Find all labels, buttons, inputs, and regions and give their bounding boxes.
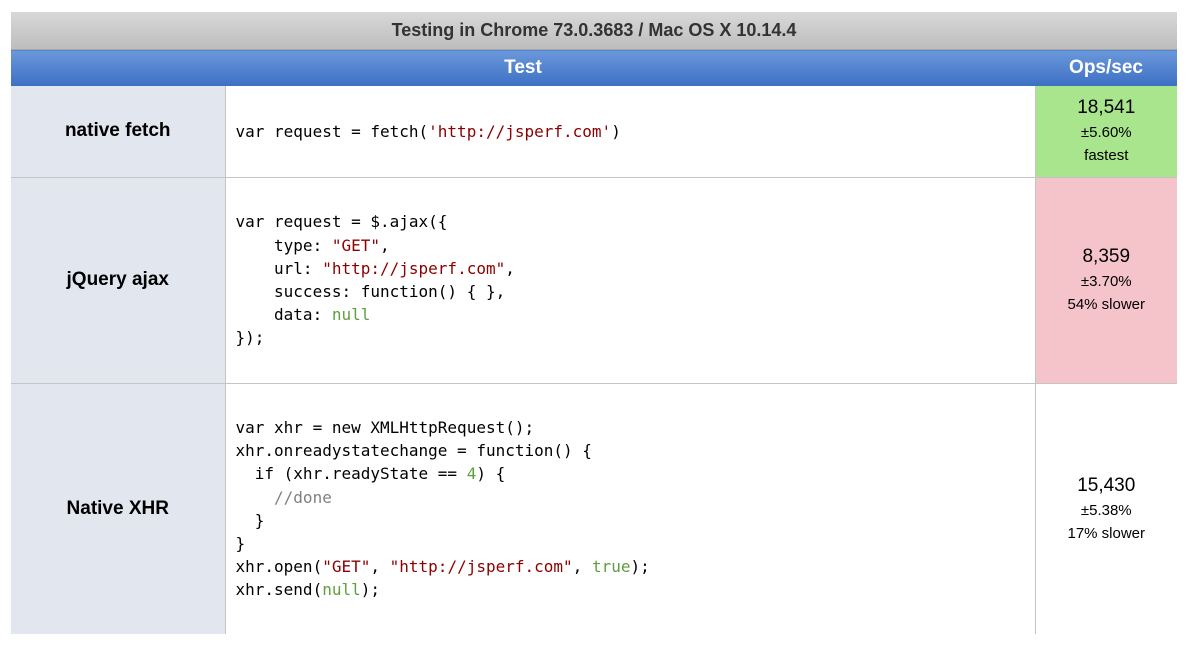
results-table: Testing in Chrome 73.0.3683 / Mac OS X 1… [11,12,1178,634]
ops-column-header: Ops/sec [1035,49,1178,86]
ops-relative: 17% slower [1067,524,1146,542]
ops-error: ±5.38% [1080,501,1132,519]
table-row: jQuery ajax var request = $.ajax({ type:… [11,177,1178,384]
ops-relative: 54% slower [1067,296,1146,313]
test-code[interactable]: var request = fetch('http://jsperf.com') [225,86,1036,178]
ops-value: 18,541 [1077,97,1136,119]
ops-result: 8,359 ±3.70% 54% slower [1035,177,1178,384]
ops-error: ±3.70% [1080,273,1132,290]
ops-result: 18,541 ±5.60% fastest [1035,86,1178,178]
test-name: Native XHR [11,383,226,634]
ops-value: 8,359 [1082,246,1131,267]
test-code[interactable]: var xhr = new XMLHttpRequest(); xhr.onre… [225,383,1036,634]
browser-caption: Testing in Chrome 73.0.3683 / Mac OS X 1… [11,12,1178,50]
ops-result: 15,430 ±5.38% 17% slower [1035,383,1178,634]
header-row: Test Ops/sec [11,49,1178,86]
test-code[interactable]: var request = $.ajax({ type: "GET", url:… [225,177,1036,384]
test-column-header: Test [11,49,1035,86]
benchmark-results: Testing in Chrome 73.0.3683 / Mac OS X 1… [11,12,1178,634]
table-row: native fetch var request = fetch('http:/… [11,86,1178,178]
ops-value: 15,430 [1077,474,1136,496]
ops-error: ±5.60% [1080,124,1132,142]
table-row: Native XHR var xhr = new XMLHttpRequest(… [11,383,1178,634]
ops-relative: fastest [1084,147,1129,165]
test-name: jQuery ajax [11,177,226,384]
test-name: native fetch [11,86,226,178]
caption-row: Testing in Chrome 73.0.3683 / Mac OS X 1… [11,12,1178,50]
